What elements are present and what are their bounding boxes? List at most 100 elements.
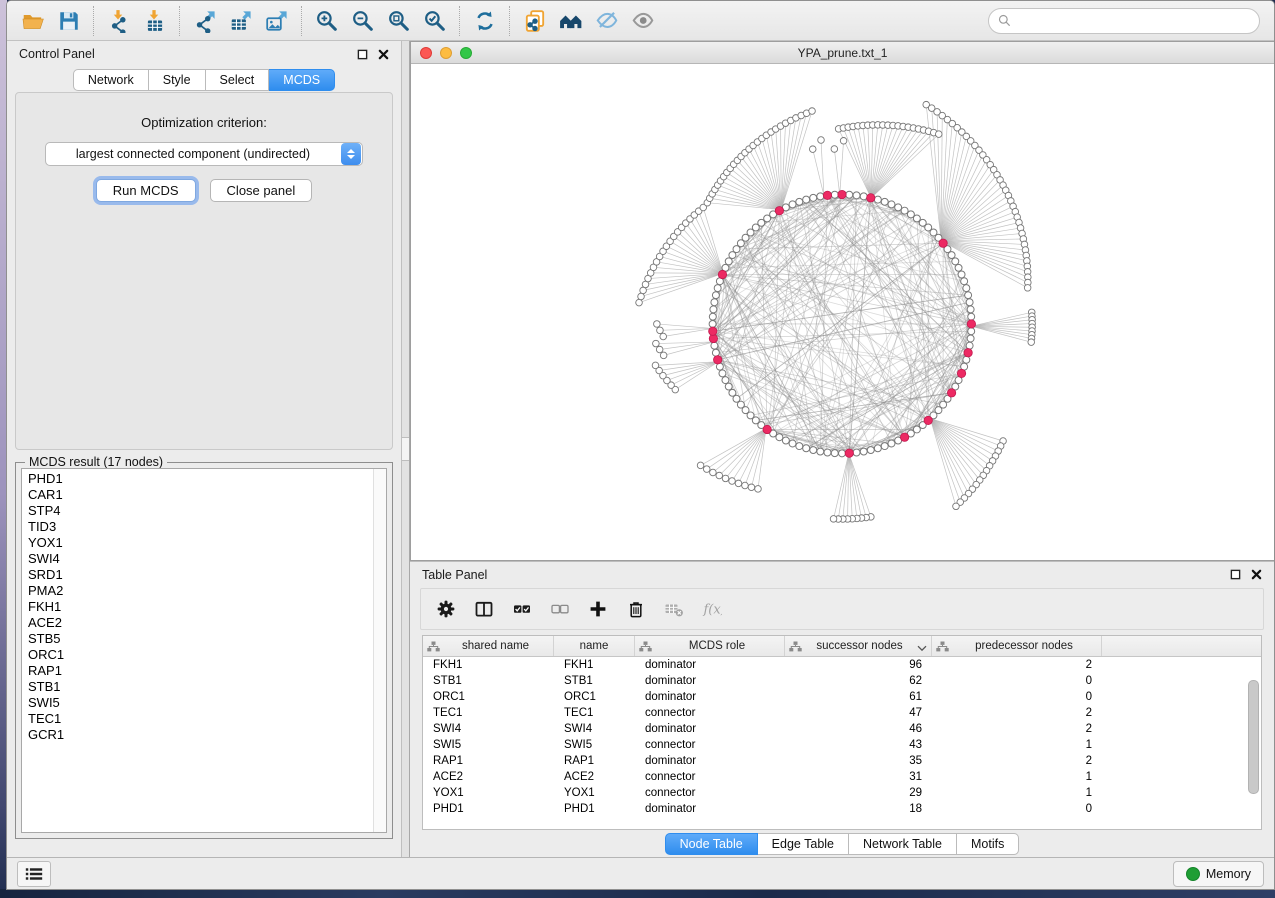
mcds-result-list[interactable]: PHD1CAR1STP4TID3YOX1SWI4SRD1PMA2FKH1ACE2… [22,469,373,832]
table-cell: 43 [785,739,932,751]
tab-node-table[interactable]: Node Table [665,833,758,855]
toolbar-separator [93,6,95,36]
add-row-button[interactable] [583,594,613,624]
mcds-result-item[interactable]: STP4 [28,503,373,519]
float-table-panel-button[interactable] [1230,569,1241,580]
mcds-result-item[interactable]: PHD1 [28,471,373,487]
export-table-button[interactable] [223,4,259,38]
zoom-out-button[interactable] [345,4,381,38]
float-panel-button[interactable] [357,49,368,60]
column-header-predecessor-nodes[interactable]: predecessor nodes [932,636,1102,656]
hide-selected-button[interactable] [589,4,625,38]
settings-button[interactable] [431,594,461,624]
refresh-button[interactable] [467,4,503,38]
network-view-window: YPA_prune.txt_1 [410,41,1274,561]
open-file-button[interactable] [15,4,51,38]
tab-network[interactable]: Network [73,69,149,91]
search-input[interactable] [1016,13,1251,29]
table-cell: 61 [785,691,932,703]
select-all-button[interactable] [507,594,537,624]
mcds-result-item[interactable]: ACE2 [28,615,373,631]
task-history-button[interactable] [17,861,51,887]
table-cell: 2 [932,723,1102,735]
table-row[interactable]: TEC1TEC1connector472 [423,705,1261,721]
table-row[interactable]: STB1STB1dominator620 [423,673,1261,689]
status-bar: Memory [7,857,1274,889]
column-header-MCDS-role[interactable]: MCDS role [635,636,785,656]
table-cell: RAP1 [423,755,554,767]
export-image-button[interactable] [259,4,295,38]
tab-motifs[interactable]: Motifs [957,833,1019,855]
table-cell: ACE2 [423,771,554,783]
tree-icon [427,641,440,652]
table-row[interactable]: SWI5SWI5connector431 [423,737,1261,753]
mcds-result-item[interactable]: CAR1 [28,487,373,503]
mcds-result-item[interactable]: GCR1 [28,727,373,743]
memory-button[interactable]: Memory [1173,861,1264,887]
table-row[interactable]: YOX1YOX1connector291 [423,785,1261,801]
zoom-selected-button[interactable] [417,4,453,38]
control-panel: Control Panel NetworkStyleSelectMCDS Opt… [7,41,401,857]
mcds-result-item[interactable]: STB5 [28,631,373,647]
close-panel-button-mcds[interactable]: Close panel [210,179,313,202]
table-cell: connector [635,707,785,719]
optimization-criterion-select[interactable]: largest connected component (undirected) [45,142,363,166]
mcds-result-item[interactable]: SWI4 [28,551,373,567]
tab-network-table[interactable]: Network Table [849,833,957,855]
tab-edge-table[interactable]: Edge Table [758,833,849,855]
mcds-result-item[interactable]: SRD1 [28,567,373,583]
split-panel-button[interactable] [469,594,499,624]
search-box [988,8,1260,34]
close-panel-button[interactable] [378,49,389,60]
copy-network-button[interactable] [517,4,553,38]
export-network-button[interactable] [187,4,223,38]
mcds-result-item[interactable]: STB1 [28,679,373,695]
mcds-result-item[interactable]: YOX1 [28,535,373,551]
memory-label: Memory [1206,867,1251,881]
zoom-in-button[interactable] [309,4,345,38]
table-row[interactable]: ACE2ACE2connector311 [423,769,1261,785]
mcds-result-item[interactable]: TID3 [28,519,373,535]
tab-style[interactable]: Style [149,69,206,91]
first-neighbors-button[interactable] [553,4,589,38]
sort-desc-icon [917,643,927,650]
column-header-name[interactable]: name [554,636,635,656]
mcds-result-item[interactable]: RAP1 [28,663,373,679]
table-row[interactable]: RAP1RAP1dominator352 [423,753,1261,769]
column-header-shared-name[interactable]: shared name [423,636,554,656]
table-scrollbar-thumb[interactable] [1248,680,1259,794]
show-all-button[interactable] [625,4,661,38]
mcds-result-item[interactable]: PMA2 [28,583,373,599]
import-network-button[interactable] [101,4,137,38]
save-session-button[interactable] [51,4,87,38]
mcds-result-item[interactable]: SWI5 [28,695,373,711]
delete-table-button [659,594,689,624]
mcds-result-title: MCDS result (17 nodes) [25,455,167,469]
tab-select[interactable]: Select [206,69,270,91]
table-cell: PHD1 [423,803,554,815]
main-content: Control Panel NetworkStyleSelectMCDS Opt… [7,41,1274,857]
network-canvas[interactable] [411,64,1274,560]
tab-mcds[interactable]: MCDS [269,69,335,91]
table-row[interactable]: FKH1FKH1dominator962 [423,657,1261,673]
table-row[interactable]: SWI4SWI4dominator462 [423,721,1261,737]
delete-row-button[interactable] [621,594,651,624]
table-row[interactable]: ORC1ORC1dominator610 [423,689,1261,705]
column-header-successor-nodes[interactable]: successor nodes [785,636,932,656]
mcds-result-item[interactable]: FKH1 [28,599,373,615]
splitter-collapse-handle[interactable] [402,437,409,461]
zoom-fit-button[interactable] [381,4,417,38]
deselect-all-button[interactable] [545,594,575,624]
table-cell: dominator [635,723,785,735]
table-row[interactable]: PHD1PHD1dominator180 [423,801,1261,817]
table-cell: 0 [932,675,1102,687]
mcds-list-scrollbar[interactable] [373,469,386,832]
close-table-panel-button[interactable] [1251,569,1262,580]
table-cell: dominator [635,675,785,687]
mcds-result-item[interactable]: TEC1 [28,711,373,727]
mcds-result-item[interactable]: ORC1 [28,647,373,663]
import-table-button[interactable] [137,4,173,38]
run-mcds-button[interactable]: Run MCDS [96,179,196,202]
panel-splitter[interactable] [401,41,410,857]
table-cell: SWI4 [423,723,554,735]
